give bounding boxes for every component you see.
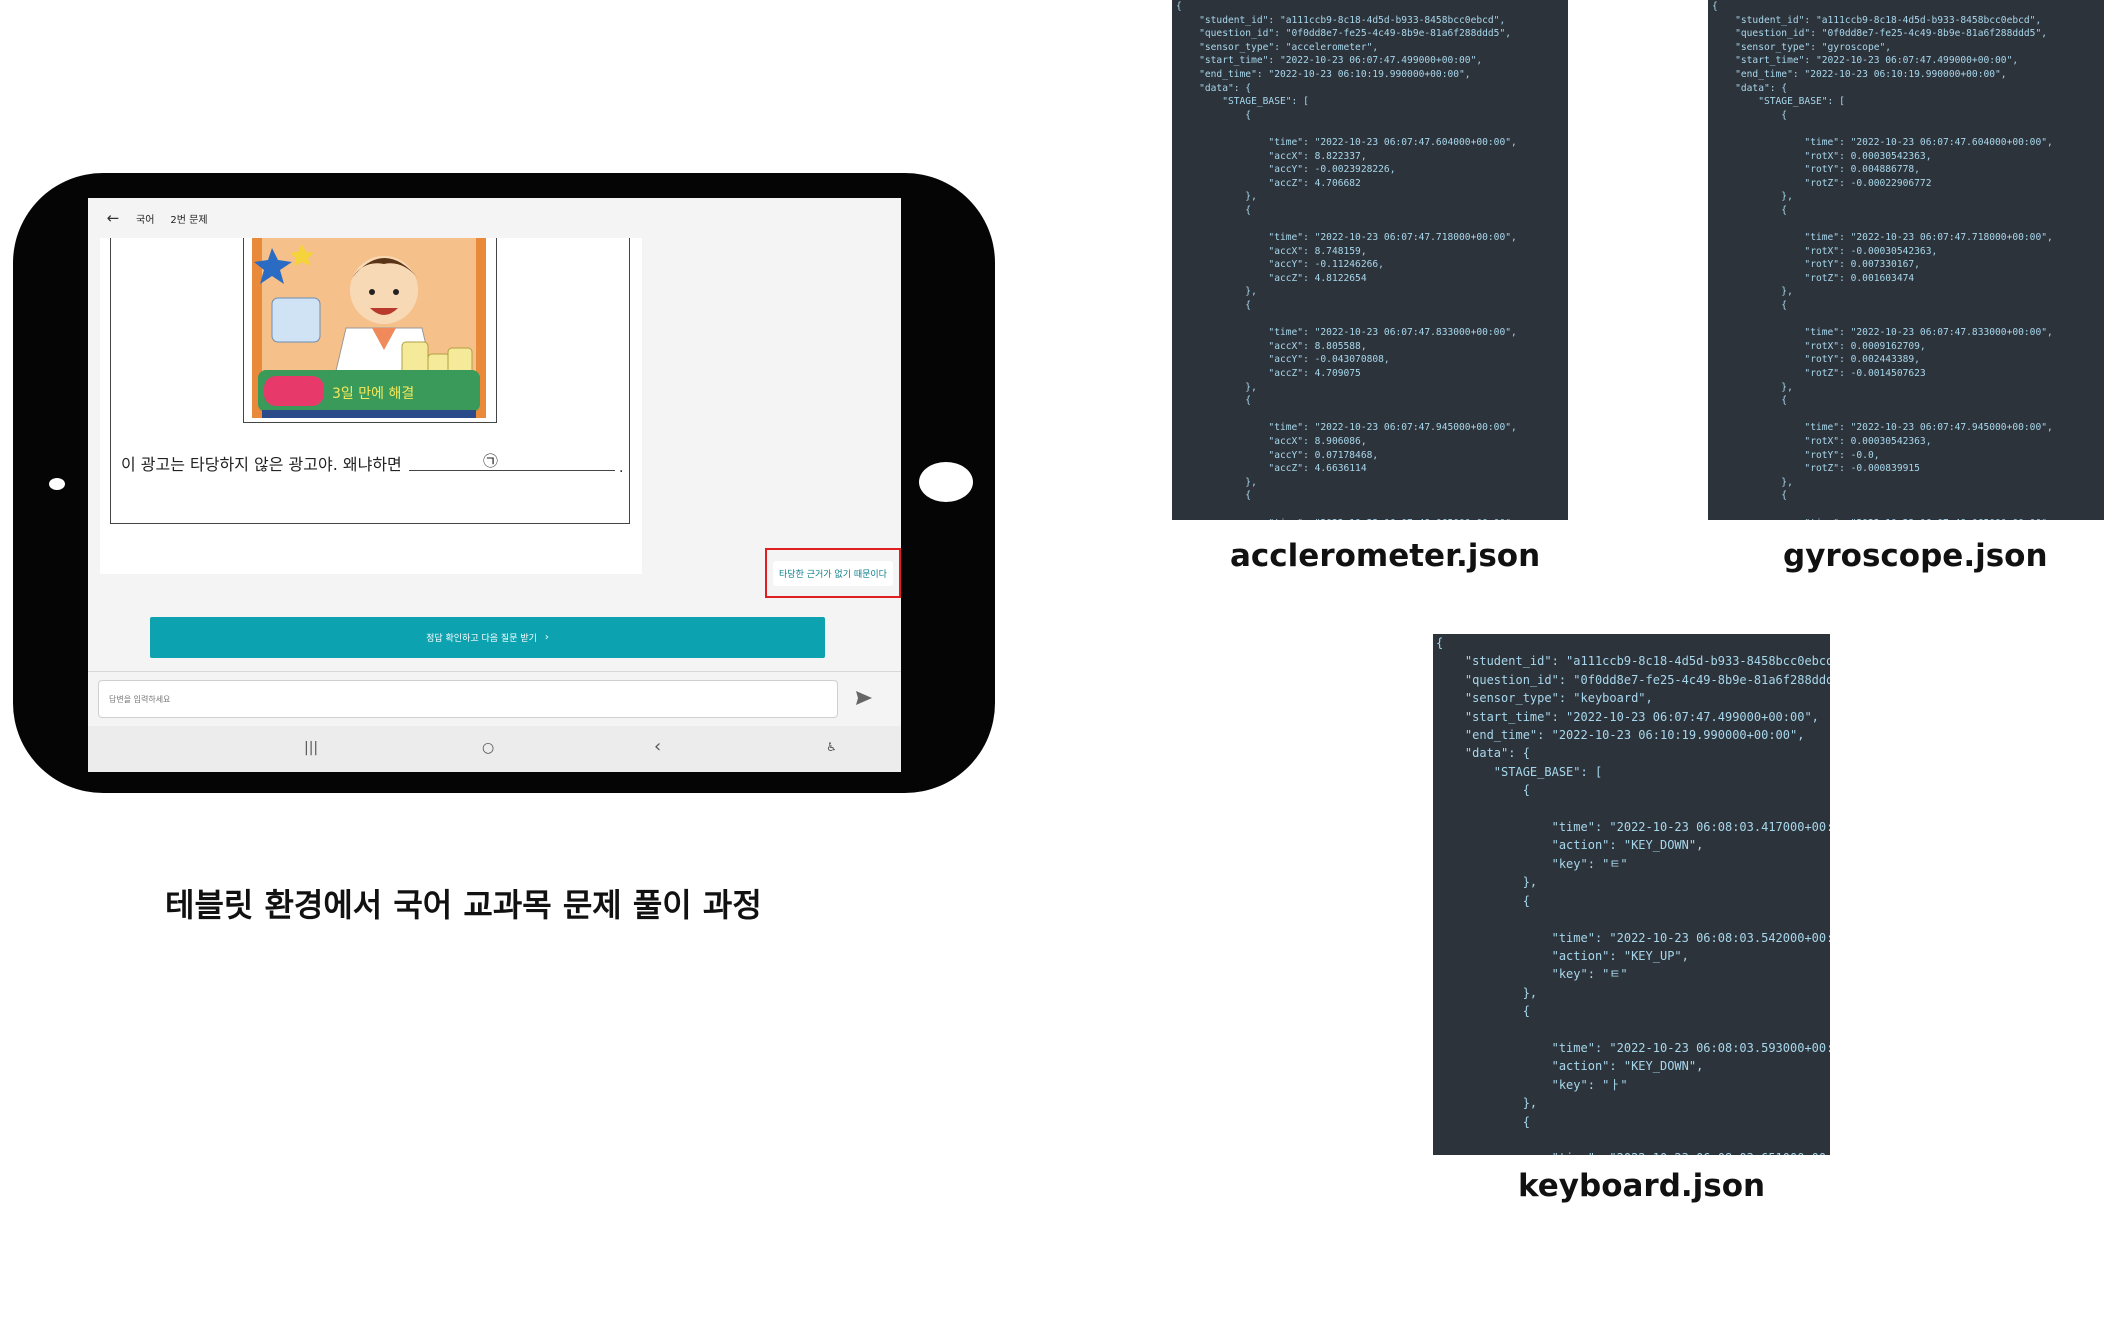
- breadcrumb-question-number: 2번 문제: [170, 214, 208, 226]
- send-icon[interactable]: [854, 688, 874, 708]
- check-answer-next-button[interactable]: 정답 확인하고 다음 질문 받기 ›: [150, 617, 825, 658]
- svg-text:3일 만에 해결: 3일 만에 해결: [332, 386, 414, 402]
- app-header: ← 국어 2번 문제: [88, 198, 901, 238]
- advertisement-illustration: 3일 만에 해결: [252, 238, 486, 418]
- divider: [88, 671, 901, 672]
- next-button-label: 정답 확인하고 다음 질문 받기: [426, 634, 537, 644]
- home-icon[interactable]: ○: [482, 740, 494, 756]
- accelerometer-json-panel: { "student_id": "a111ccb9-8c18-4d5d-b933…: [1172, 0, 1568, 520]
- advertisement-picture: 3일 만에 해결: [243, 238, 497, 423]
- gyroscope-json-code: { "student_id": "a111ccb9-8c18-4d5d-b933…: [1712, 1, 2053, 520]
- gyroscope-caption: gyroscope.json: [1783, 538, 2048, 574]
- answer-blank-line: [409, 470, 615, 471]
- tablet-home-button: [919, 462, 973, 502]
- keyboard-json-code: { "student_id": "a111ccb9-8c18-4d5d-b933…: [1436, 636, 1830, 1155]
- camera-dot: [49, 478, 65, 490]
- accelerometer-caption: acclerometer.json: [1230, 538, 1541, 574]
- recent-apps-icon[interactable]: |||: [304, 740, 318, 756]
- android-nav-bar: ||| ○ ‹ ♿: [88, 726, 901, 772]
- question-text: 이 광고는 타당하지 않은 광고야. 왜냐하면: [121, 455, 402, 474]
- tablet-caption: 테블릿 환경에서 국어 교과목 문제 풀이 과정: [165, 886, 762, 924]
- question-box: 3일 만에 해결 이 광고는 타당하지 않은 광고야. 왜냐하면 ㉠ .: [110, 238, 630, 524]
- chevron-right-icon: ›: [544, 632, 549, 643]
- back-arrow-icon[interactable]: ←: [104, 209, 122, 227]
- back-icon[interactable]: ‹: [654, 736, 661, 757]
- sentence-end-dot: .: [619, 460, 624, 476]
- keyboard-json-panel: { "student_id": "a111ccb9-8c18-4d5d-b933…: [1433, 634, 1830, 1155]
- tablet-screen: ← 국어 2번 문제 3일 만에 해결 이 광고는 타당하지 않은 광고야. 왜…: [88, 198, 901, 772]
- blank-marker: ㉠: [483, 452, 499, 470]
- student-answer-text: 타당한 근거가 없기 때문이다: [773, 560, 893, 586]
- keyboard-caption: keyboard.json: [1518, 1168, 1766, 1204]
- gyroscope-json-panel: { "student_id": "a111ccb9-8c18-4d5d-b933…: [1708, 0, 2104, 520]
- accelerometer-json-code: { "student_id": "a111ccb9-8c18-4d5d-b933…: [1176, 1, 1517, 520]
- question-card: 3일 만에 해결 이 광고는 타당하지 않은 광고야. 왜냐하면 ㉠ .: [100, 238, 642, 574]
- answer-input[interactable]: [98, 680, 838, 718]
- student-answer-bubble: 타당한 근거가 없기 때문이다: [765, 548, 901, 598]
- accessibility-icon[interactable]: ♿: [826, 740, 837, 754]
- breadcrumb-subject: 국어: [136, 214, 155, 226]
- tablet-device: ← 국어 2번 문제 3일 만에 해결 이 광고는 타당하지 않은 광고야. 왜…: [13, 173, 995, 793]
